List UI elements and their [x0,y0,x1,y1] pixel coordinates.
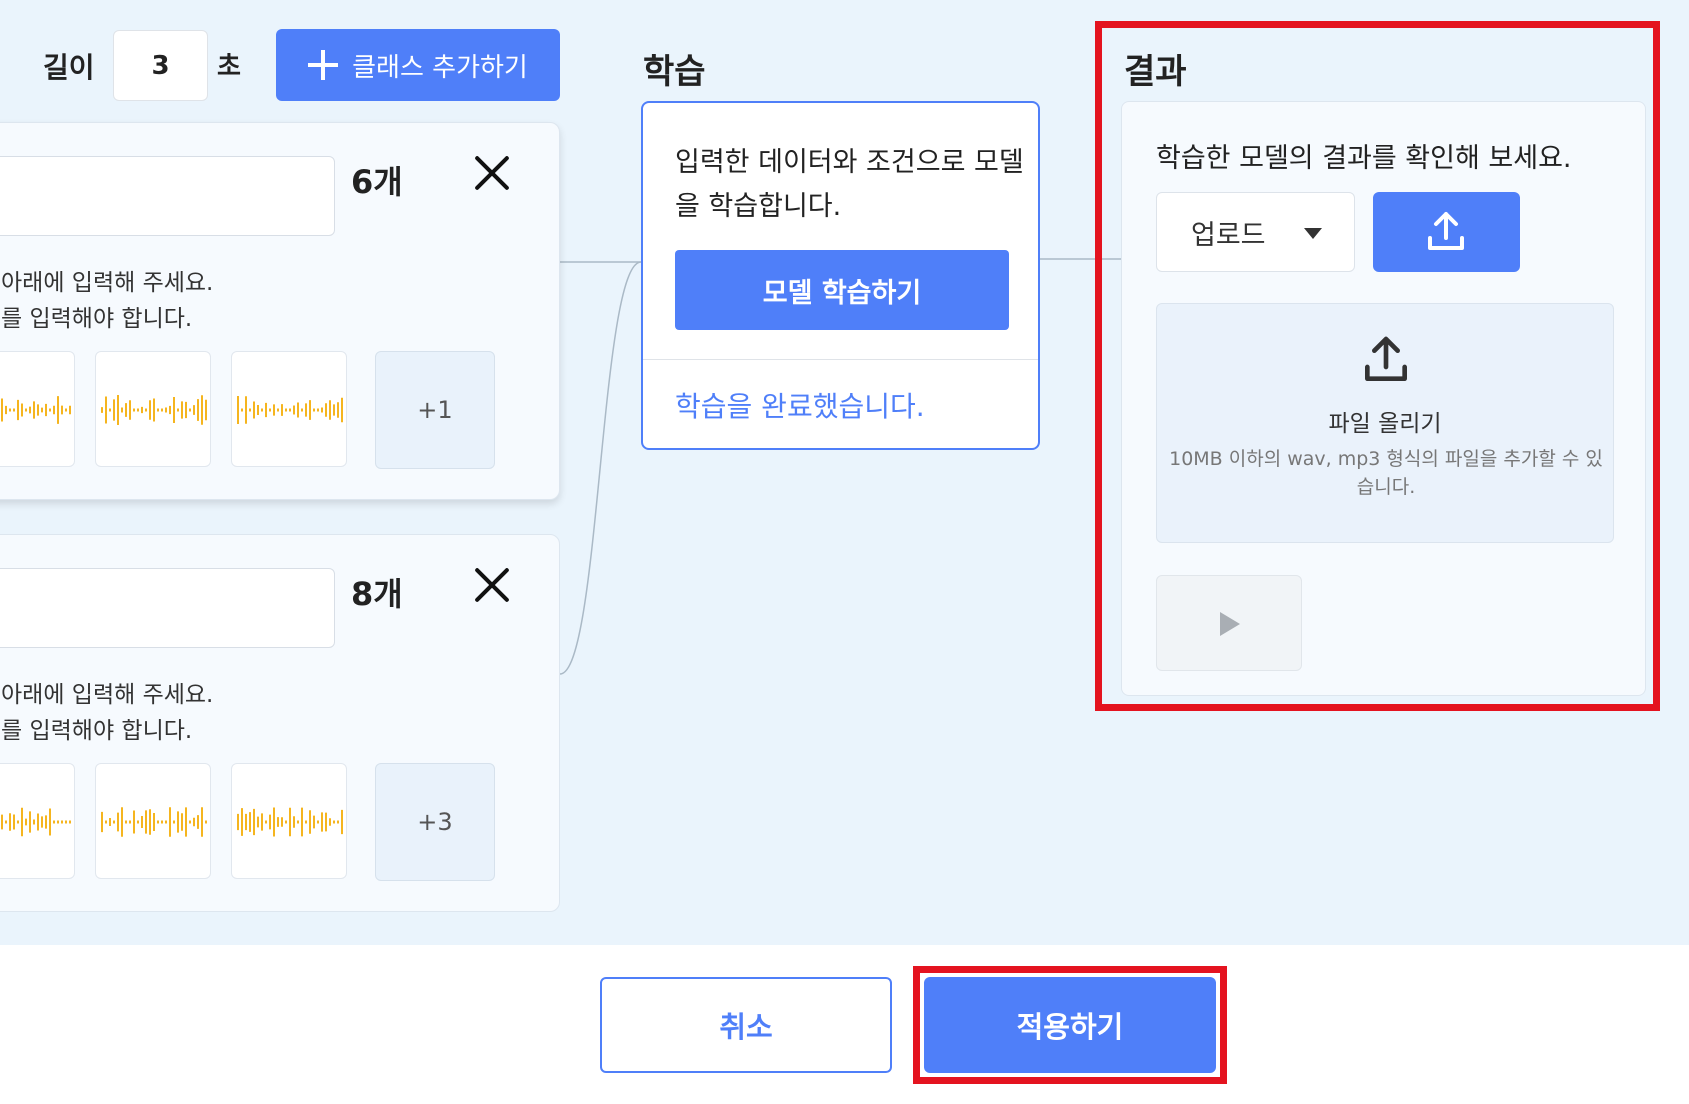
source-select-value: 업로드 [1191,219,1266,251]
waveform-icon [101,807,207,837]
caret-down-icon [1304,228,1322,239]
add-class-button[interactable]: 클래스 추가하기 [276,29,560,101]
training-description: 입력한 데이터와 조건으로 모델을 학습합니다. [675,147,1024,222]
class-instruction: 아래에 입력해 주세요. [1,682,214,708]
more-samples-button[interactable]: +3 [375,763,495,881]
audio-sample[interactable] [231,763,347,879]
play-icon [1220,612,1240,636]
source-select[interactable]: 업로드 [1156,192,1355,272]
divider [643,359,1038,360]
class-instruction-secondary: 를 입력해야 합니다. [1,718,193,744]
result-title: 결과 [1124,52,1187,92]
dropzone-help: 10MB 이하의 wav, mp3 형식의 파일을 추가할 수 있습니다. [1169,448,1603,498]
waveform-icon [101,395,207,425]
waveform-icon [237,396,343,424]
dropzone-title: 파일 올리기 [1328,411,1442,437]
sample-list: +1 [0,351,541,469]
upload-icon [1428,212,1464,250]
file-dropzone[interactable]: 파일 올리기 10MB 이하의 wav, mp3 형식의 파일을 추가할 수 있… [1156,303,1614,543]
audio-sample[interactable] [231,351,347,467]
apply-button[interactable]: 적용하기 [924,977,1216,1073]
training-title: 학습 [643,52,706,92]
train-model-button[interactable]: 모델 학습하기 [675,250,1009,330]
cancel-button[interactable]: 취소 [600,977,892,1073]
audio-sample[interactable] [0,351,75,467]
audio-sample[interactable] [95,763,211,879]
class-name-input[interactable] [0,156,335,236]
class-card-2: 8개 아래에 입력해 주세요. 를 입력해야 합니다. +3 [0,534,560,912]
result-description: 학습한 모델의 결과를 확인해 보세요. [1156,143,1572,174]
footer: 취소 적용하기 [0,945,1689,1104]
sample-list: +3 [0,763,541,881]
audio-sample[interactable] [0,763,75,879]
sample-count: 6개 [351,163,403,201]
close-icon[interactable] [472,565,512,605]
upload-icon [1365,336,1407,381]
result-card: 학습한 모델의 결과를 확인해 보세요. 업로드 파일 올리기 10MB 이하의… [1121,101,1646,696]
class-name-input[interactable] [0,568,335,648]
upload-button[interactable] [1373,192,1520,272]
training-card: 입력한 데이터와 조건으로 모델을 학습합니다. 모델 학습하기 학습을 완료했… [641,101,1040,450]
waveform-icon [1,396,71,424]
workspace: 길이 초 클래스 추가하기 6개 아래에 입력해 주세요. 를 입력해야 합니다… [0,0,1689,945]
seconds-unit-label: 초 [217,52,241,82]
add-class-label: 클래스 추가하기 [352,52,528,83]
length-label: 길이 [43,51,95,84]
more-samples-button[interactable]: +1 [375,351,495,469]
play-button[interactable] [1156,575,1302,671]
class-instruction-secondary: 를 입력해야 합니다. [1,306,193,332]
plus-icon [308,50,339,80]
class-instruction: 아래에 입력해 주세요. [1,270,214,296]
training-status: 학습을 완료했습니다. [675,390,925,423]
waveform-icon [237,807,343,837]
audio-sample[interactable] [95,351,211,467]
close-icon[interactable] [472,153,512,193]
sample-count: 8개 [351,575,403,613]
waveform-icon [1,807,71,837]
class-card-1: 6개 아래에 입력해 주세요. 를 입력해야 합니다. +1 [0,122,560,500]
length-input[interactable] [113,30,208,101]
